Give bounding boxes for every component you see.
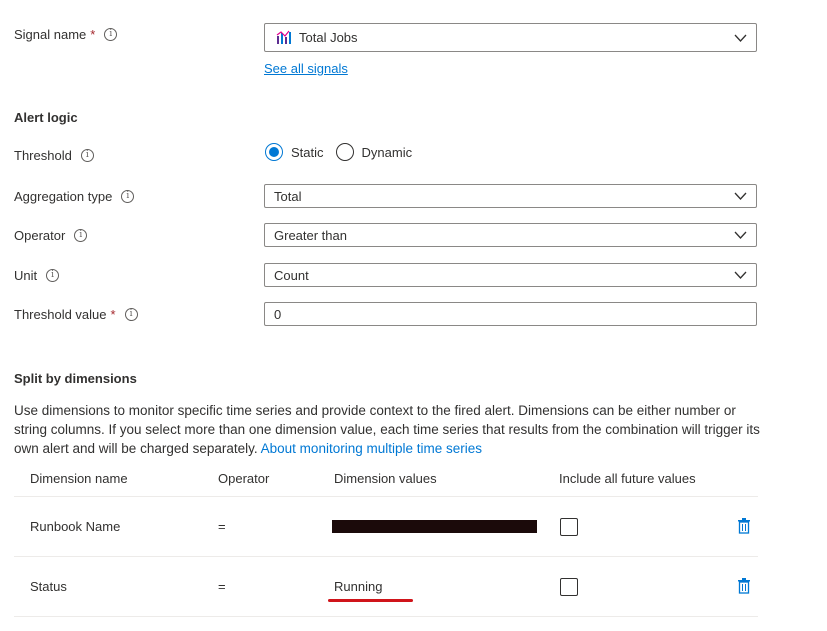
info-icon[interactable]: i xyxy=(121,190,135,203)
unit-value: Count xyxy=(274,267,309,283)
aggregation-type-label: Aggregation type i xyxy=(14,189,135,204)
trash-icon[interactable] xyxy=(737,518,751,534)
unit-label: Unit i xyxy=(14,268,60,283)
operator-value: Greater than xyxy=(274,227,347,243)
threshold-label: Threshold i xyxy=(14,148,94,163)
chevron-down-icon xyxy=(734,271,747,279)
see-all-signals-link[interactable]: See all signals xyxy=(264,61,348,76)
chevron-down-icon xyxy=(734,192,747,200)
table-divider xyxy=(14,616,758,617)
signal-name-label: Signal name * i xyxy=(14,27,118,42)
threshold-radio-group: Static Dynamic xyxy=(265,143,412,161)
table-divider xyxy=(14,496,758,497)
operator-label: Operator i xyxy=(14,228,88,243)
split-by-dimensions-title: Split by dimensions xyxy=(14,371,137,386)
about-monitoring-link[interactable]: About monitoring multiple time series xyxy=(261,441,482,456)
row-dimension-name: Status xyxy=(30,579,67,594)
row-dimension-name: Runbook Name xyxy=(30,519,121,534)
row-dimension-values[interactable]: Running xyxy=(334,579,382,594)
row-operator: = xyxy=(218,579,226,594)
column-dimension-values: Dimension values xyxy=(334,471,437,486)
table-divider xyxy=(14,556,758,557)
radio-static[interactable] xyxy=(265,143,283,161)
info-icon[interactable]: i xyxy=(80,149,94,162)
trash-icon[interactable] xyxy=(737,578,751,594)
threshold-value-text: 0 xyxy=(274,306,282,322)
operator-dropdown[interactable]: Greater than xyxy=(264,223,757,247)
annotation-underline xyxy=(328,599,413,602)
radio-dynamic-label: Dynamic xyxy=(361,144,413,160)
info-icon[interactable]: i xyxy=(46,269,60,282)
info-icon[interactable]: i xyxy=(104,28,118,41)
threshold-value-label: Threshold value * i xyxy=(14,307,138,322)
include-future-checkbox[interactable] xyxy=(560,578,578,596)
unit-dropdown[interactable]: Count xyxy=(264,263,757,287)
aggregation-type-dropdown[interactable]: Total xyxy=(264,184,757,208)
signal-name-dropdown[interactable]: Total Jobs xyxy=(264,23,757,52)
metric-bar-icon xyxy=(276,30,291,44)
column-include-future: Include all future values xyxy=(559,471,696,486)
threshold-value-input[interactable]: 0 xyxy=(264,302,757,326)
row-operator: = xyxy=(218,519,226,534)
column-dimension-name: Dimension name xyxy=(30,471,128,486)
alert-logic-title: Alert logic xyxy=(14,110,78,125)
radio-static-label: Static xyxy=(291,144,324,160)
info-icon[interactable]: i xyxy=(74,229,88,242)
split-description: Use dimensions to monitor specific time … xyxy=(14,403,760,456)
signal-name-value: Total Jobs xyxy=(299,30,358,45)
include-future-checkbox[interactable] xyxy=(560,518,578,536)
radio-dynamic[interactable] xyxy=(335,143,354,161)
info-icon[interactable]: i xyxy=(124,308,138,321)
chevron-down-icon xyxy=(734,34,747,42)
chevron-down-icon xyxy=(734,231,747,239)
aggregation-type-value: Total xyxy=(274,188,302,204)
redacted-dimension-values[interactable] xyxy=(332,520,537,533)
column-operator: Operator xyxy=(218,471,270,486)
